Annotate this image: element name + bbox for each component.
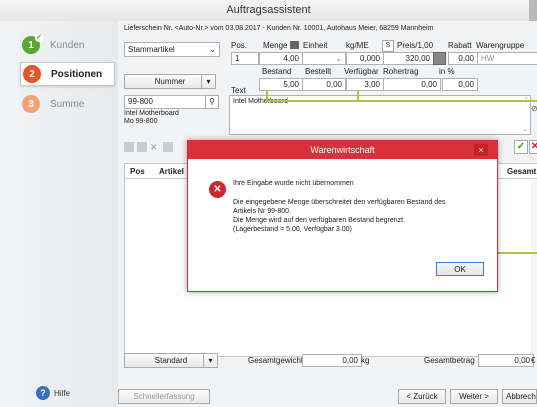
artikel-nr-field[interactable]: 99-800: [124, 95, 209, 109]
grid-toolbar: ✕: [124, 142, 184, 154]
col-menge-label: Menge: [263, 41, 288, 50]
bestand-field: 5,00: [259, 78, 303, 91]
next-button[interactable]: Weiter >: [450, 389, 498, 404]
steps-panel: 1 ✓ Kunden 2 Positionen 3 Summe ? Hilfe: [0, 21, 118, 407]
step-positionen[interactable]: 2 Positionen: [20, 62, 115, 86]
menge-field[interactable]: 4,00: [259, 52, 303, 65]
step-label: Positionen: [51, 68, 103, 80]
gesamtgewicht-label: Gesamtgewicht: [248, 356, 304, 365]
gesamtgewicht-unit: kg: [361, 356, 370, 365]
col-rohertrag-label: Rohertrag: [383, 67, 419, 76]
step-label: Summe: [50, 98, 85, 110]
chevron-down-icon: ▾: [203, 354, 217, 367]
chevron-down-icon: ▾: [201, 75, 215, 88]
warengruppe-select[interactable]: HW: [477, 52, 537, 65]
help-icon: ?: [36, 386, 50, 400]
dialog-line-2: Die eingegebene Menge überschreitet den …: [233, 199, 446, 206]
insert-row-icon[interactable]: [137, 142, 147, 152]
grid-col-artikel: Artikel: [159, 167, 184, 176]
delete-icon[interactable]: ✕: [150, 142, 160, 152]
step-number-1: 1 ✓: [22, 34, 43, 54]
back-button[interactable]: < Zurück: [398, 389, 446, 404]
check-icon: ✓: [35, 34, 43, 42]
help-button[interactable]: ? Hilfe: [36, 386, 70, 400]
einheit-select[interactable]: ⌄: [302, 52, 346, 65]
warning-dialog: Warenwirtschaft × ✕ Ihre Eingabe wurde n…: [187, 140, 498, 292]
close-button[interactable]: ×: [474, 144, 488, 156]
search-icon[interactable]: ⚲: [205, 95, 219, 109]
step-label: Kunden: [50, 39, 85, 51]
preis-field[interactable]: 320,00: [383, 52, 434, 65]
document-header-info: Lieferschein Nr. <Auto-Nr.> vom 03.08.20…: [124, 25, 434, 32]
kgme-field[interactable]: 0,000: [346, 52, 384, 65]
standard-button[interactable]: Standard ▾: [124, 353, 218, 368]
confirm-icon[interactable]: ✓: [514, 140, 528, 154]
dialog-line-4: Die Menge wird auf den verfügbaren Besta…: [233, 217, 405, 224]
inpct-field: 0,00: [442, 78, 478, 91]
col-preis-label: Preis/1,00: [397, 41, 434, 50]
nummer-button[interactable]: Nummer ▾: [124, 74, 216, 89]
dialog-line-1: Ihre Eingabe wurde nicht übernommen: [233, 180, 354, 187]
grid-col-gesamt: Gesamt: [507, 167, 537, 176]
rabatt-field[interactable]: 0,00: [448, 52, 478, 65]
help-label: Hilfe: [54, 388, 71, 398]
chevron-down-icon: ⌄: [209, 45, 216, 54]
col-warengruppe-label: Warengruppe: [476, 41, 525, 50]
calculator-icon[interactable]: [290, 41, 299, 49]
gesamtbetrag-unit: €: [531, 356, 536, 365]
move-icon[interactable]: [163, 142, 173, 152]
annotation-line: [357, 91, 359, 101]
col-pos-label: Pos.: [231, 41, 248, 50]
s-toggle[interactable]: S: [382, 40, 394, 52]
window-corner: [529, 0, 537, 21]
ok-button[interactable]: OK: [436, 262, 484, 276]
col-kgme-label: kg/ME: [346, 41, 369, 50]
pos-field[interactable]: 1: [231, 52, 259, 65]
col-rabatt-label: Rabatt: [448, 41, 472, 50]
dialog-title: Warenwirtschaft: [310, 145, 375, 155]
col-bestellt-label: Bestellt: [305, 67, 332, 76]
dialog-header: Warenwirtschaft ×: [188, 141, 497, 159]
schnellerfassung-button[interactable]: Schnellerfassung: [118, 389, 210, 404]
gesamtbetrag-field: 0,00: [478, 354, 534, 367]
gesamtgewicht-field: 0,00: [302, 354, 362, 367]
grid-col-pos: Pos: [130, 167, 145, 176]
window-title: Auftragsassistent: [226, 4, 311, 16]
gesamtbetrag-label: Gesamtbetrag: [424, 356, 475, 365]
step-number-2: 2: [23, 65, 41, 83]
bestellt-field: 0,00: [302, 78, 346, 91]
grid-scrollbar[interactable]: [531, 180, 537, 360]
cancel-icon[interactable]: ✕: [529, 140, 537, 154]
dialog-line-3: Artikels Nr 99-800.: [233, 208, 291, 215]
cancel-button[interactable]: Abbreche: [502, 389, 537, 404]
col-verfuegbar-label: Verfügbar: [344, 67, 379, 76]
step-number-3: 3: [22, 95, 40, 113]
calculator-icon[interactable]: [433, 52, 446, 65]
chevron-down-icon: ⌄: [335, 54, 342, 63]
dialog-line-5: (Lagerbestand = 5.00, Verfügbar 3.00): [233, 226, 352, 233]
col-einheit-label: Einheit: [303, 41, 328, 50]
text-label: Text: [231, 86, 246, 95]
title-bar: Auftragsassistent: [0, 0, 537, 22]
error-icon: ✕: [209, 181, 226, 198]
verfuegbar-field: 3,00: [346, 78, 384, 91]
new-row-icon[interactable]: [124, 142, 134, 152]
artikel-desc-1: Intel Motherboard: [124, 110, 179, 117]
rohertrag-field: 0,00: [383, 78, 441, 91]
artikel-desc-2: Mo 99-800: [124, 118, 158, 125]
col-bestand-label: Bestand: [262, 67, 292, 76]
edit-icon[interactable]: ⊘: [531, 104, 537, 120]
stammartikel-select[interactable]: Stammartikel ⌄: [124, 42, 220, 57]
annotation-line: [266, 100, 537, 102]
step-summe[interactable]: 3 Summe: [22, 93, 116, 115]
step-kunden[interactable]: 1 ✓ Kunden: [22, 34, 116, 56]
col-inpct-label: in %: [439, 67, 455, 76]
scroll-down-icon[interactable]: ⌄: [522, 125, 528, 133]
